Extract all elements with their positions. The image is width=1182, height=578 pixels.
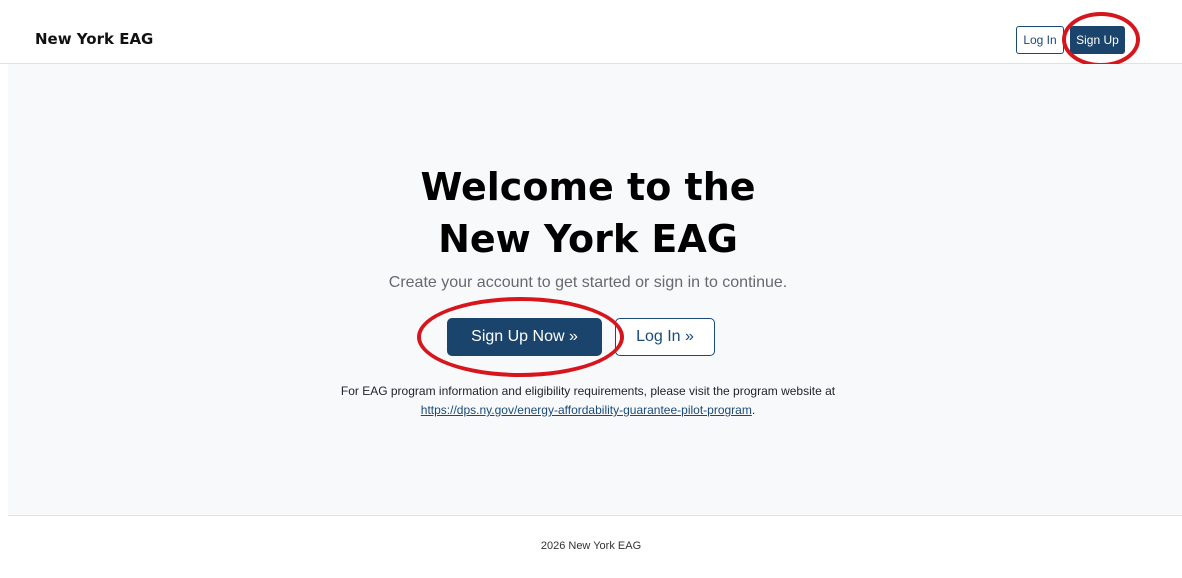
hero-subtitle: Create your account to get started or si… <box>388 274 788 291</box>
top-navbar: New York EAG Log In Sign Up <box>0 0 1182 67</box>
brand-logo-text[interactable]: New York EAG <box>35 30 153 48</box>
signup-now-button[interactable]: Sign Up Now » <box>447 318 602 356</box>
program-info-text: For EAG program information and eligibil… <box>340 384 836 398</box>
login-button[interactable]: Log In » <box>615 318 715 356</box>
program-info-period: . <box>751 403 756 417</box>
hero-section: Welcome to the New York EAG Create your … <box>8 64 1182 516</box>
title-line-2: New York EAG <box>438 217 738 261</box>
page-title: Welcome to the New York EAG <box>8 161 1168 265</box>
footer-copyright: 2026 New York EAG <box>540 540 642 552</box>
program-info: For EAG program information and eligibil… <box>8 382 1168 420</box>
title-line-1: Welcome to the <box>420 165 756 209</box>
page: New York EAG Log In Sign Up Welcome to t… <box>0 0 1182 578</box>
program-website-link[interactable]: https://dps.ny.gov/energy-affordability-… <box>421 403 752 417</box>
header-signup-button[interactable]: Sign Up <box>1070 26 1125 54</box>
header-login-button[interactable]: Log In <box>1016 26 1064 54</box>
